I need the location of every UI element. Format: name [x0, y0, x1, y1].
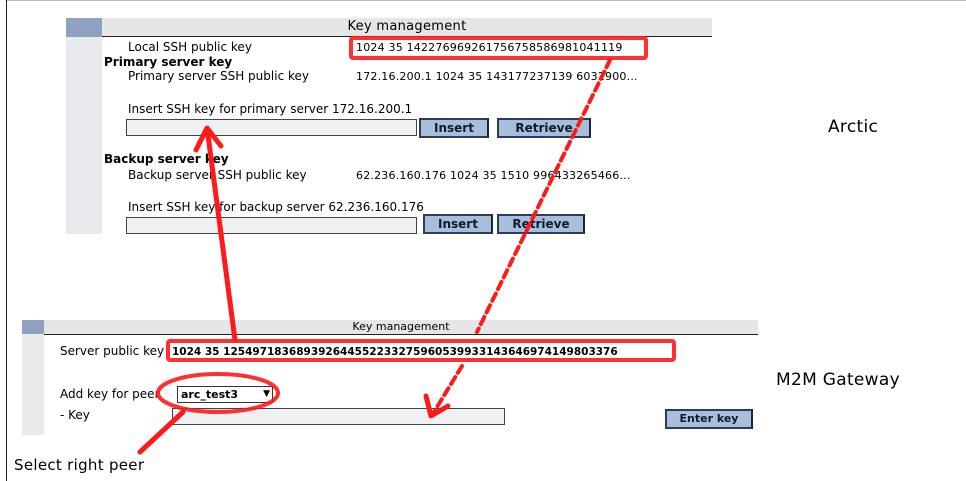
insert-backup-label: Insert SSH key for backup server 62.236.… [128, 200, 424, 214]
server-key-label: Server public key [60, 344, 165, 358]
frame-top-border [6, 0, 966, 1]
add-key-label: Add key for peer [60, 387, 160, 401]
primary-key-value: 172.16.200.1 1024 35 143177237139 603290… [356, 70, 638, 83]
arctic-key-management-panel: Key management Local SSH public key 1024… [66, 18, 712, 234]
panel-header: Key management [102, 18, 712, 37]
panel-header: Key management [44, 320, 758, 335]
select-peer-note: Select right peer [14, 456, 145, 474]
peer-key-input[interactable] [172, 408, 505, 425]
panel-sidebar [66, 18, 102, 234]
primary-section-title: Primary server key [104, 55, 233, 69]
panel-corner [22, 320, 44, 334]
arctic-label: Arctic [828, 117, 879, 137]
enter-key-button[interactable]: Enter key [665, 409, 753, 429]
key-label: - Key [60, 408, 90, 422]
backup-key-input[interactable] [126, 217, 417, 234]
m2m-gateway-label: M2M Gateway [776, 370, 900, 390]
backup-key-label: Backup server SSH public key [128, 168, 307, 182]
backup-section-title: Backup server key [104, 152, 229, 166]
insert-backup-button[interactable]: Insert [423, 214, 493, 234]
primary-key-label: Primary server SSH public key [128, 69, 309, 83]
primary-key-input[interactable] [126, 119, 417, 136]
insert-primary-label: Insert SSH key for primary server 172.16… [128, 102, 413, 116]
retrieve-backup-button[interactable]: Retrieve [497, 214, 585, 234]
panel-corner [66, 18, 102, 37]
peer-select-value: arc_test3 [181, 388, 239, 401]
local-key-label: Local SSH public key [128, 40, 252, 54]
server-key-value: 1024 35 12549718368939264455223327596053… [172, 346, 618, 358]
local-key-value: 1024 35 142276969261756758586981041119 [356, 41, 623, 54]
retrieve-primary-button[interactable]: Retrieve [497, 118, 591, 138]
peer-select[interactable]: arc_test3 ▼ [177, 386, 273, 403]
panel-sidebar [22, 320, 44, 435]
chevron-down-icon: ▼ [263, 389, 270, 399]
insert-primary-button[interactable]: Insert [419, 118, 489, 138]
m2m-key-management-panel: Key management Server public key 1024 35… [22, 320, 758, 435]
backup-key-value: 62.236.160.176 1024 35 1510 996433265466… [356, 169, 631, 182]
frame-left-border [6, 0, 7, 481]
